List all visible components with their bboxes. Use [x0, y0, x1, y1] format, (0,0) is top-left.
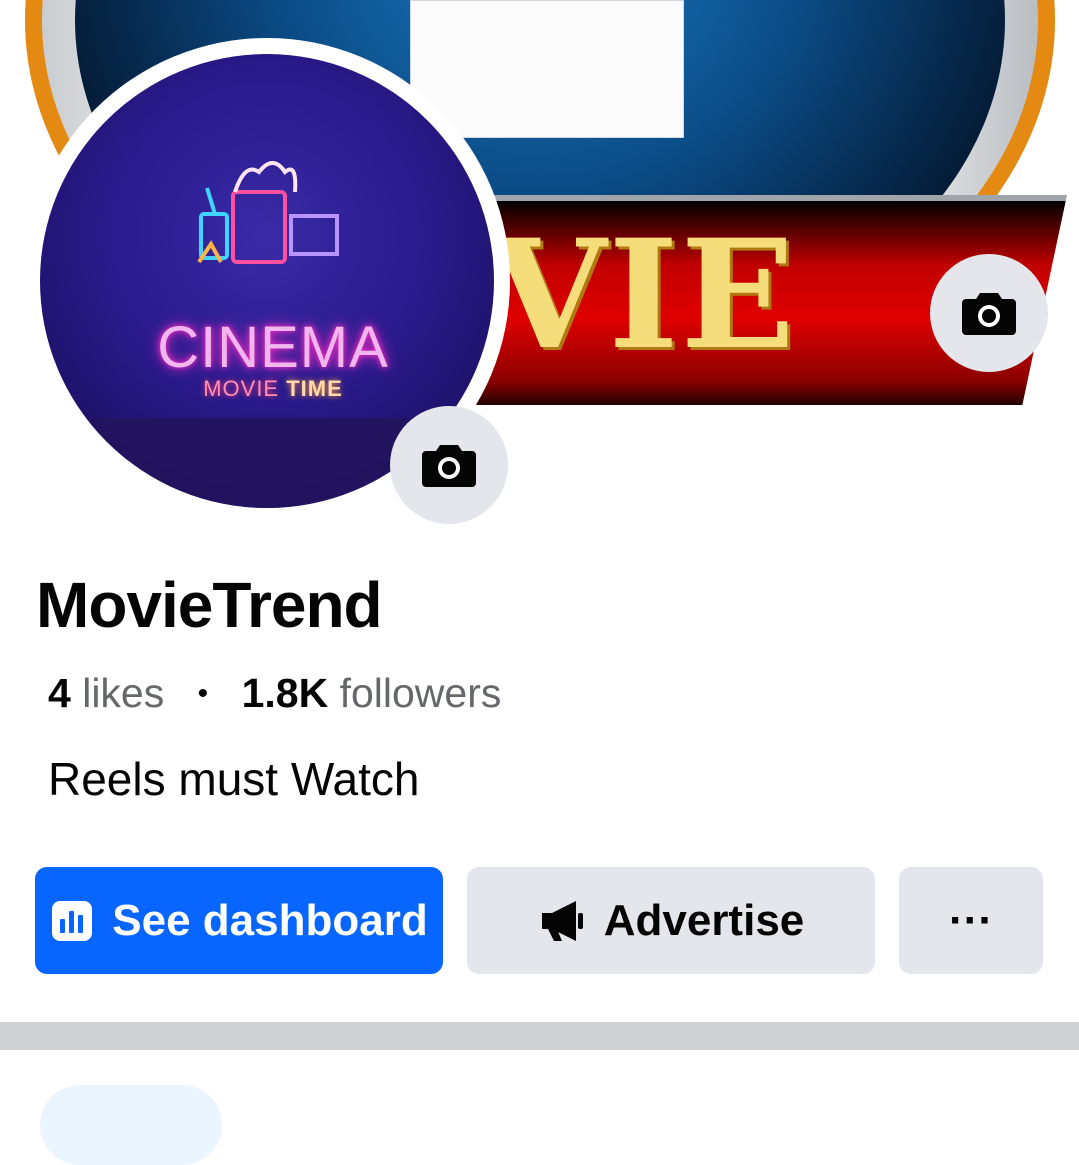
bar-chart-icon	[50, 899, 94, 943]
page-stats: 4 likes • 1.8K followers	[48, 670, 501, 717]
tab-pill[interactable]	[40, 1085, 222, 1165]
camera-icon	[962, 293, 1016, 335]
see-dashboard-button[interactable]: See dashboard	[35, 867, 443, 974]
more-options-button[interactable]: ···	[899, 867, 1043, 974]
edit-profile-photo-button[interactable]	[390, 406, 508, 524]
advertise-button[interactable]: Advertise	[467, 867, 875, 974]
advertise-label: Advertise	[603, 895, 805, 945]
see-dashboard-label: See dashboard	[112, 895, 428, 945]
profile-photo-subtitle: MOVIE TIME	[138, 376, 408, 402]
page-bio: Reels must Watch	[48, 753, 420, 805]
stats-separator: •	[197, 677, 209, 710]
likes-count: 4	[48, 670, 71, 716]
likes-label[interactable]: likes	[82, 670, 164, 716]
followers-label[interactable]: followers	[340, 670, 502, 716]
profile-photo-subtitle-b: TIME	[286, 376, 343, 401]
profile-photo-title: CINEMA	[157, 315, 389, 380]
cover-screen	[410, 0, 684, 138]
cinema-neon-illustration	[197, 161, 339, 264]
page-title: MovieTrend	[36, 569, 383, 641]
camera-icon	[422, 445, 476, 487]
edit-cover-photo-button[interactable]	[930, 254, 1048, 372]
followers-count: 1.8K	[241, 670, 329, 716]
profile-photo-subtitle-a: MOVIE	[203, 376, 280, 401]
cover-title-text: VIE	[490, 207, 797, 383]
section-divider	[0, 1022, 1079, 1050]
megaphone-icon	[538, 899, 586, 943]
more-icon: ···	[949, 895, 993, 945]
